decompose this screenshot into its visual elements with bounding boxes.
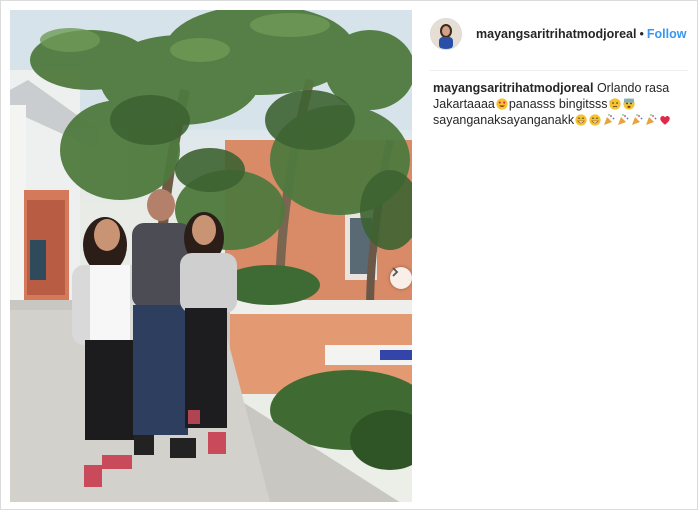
party-popper-emoji-icon (632, 114, 643, 125)
party-popper-emoji-icon (646, 114, 657, 125)
photo-scene (10, 10, 412, 502)
grin-emoji-icon (575, 114, 587, 126)
red-heart-emoji-icon (660, 116, 670, 125)
party-popper-emoji-icon (604, 114, 615, 125)
next-photo-button[interactable] (390, 267, 412, 289)
username-link[interactable]: mayangsaritrihatmodjoreal (476, 27, 636, 41)
avatar-image (431, 19, 461, 49)
caption-text-2: Jakartaaaa (433, 97, 495, 111)
separator-dot: • (639, 27, 644, 41)
scared-face-emoji-icon (622, 98, 635, 110)
grin-emoji-icon (589, 114, 601, 126)
follow-button[interactable]: Follow (647, 27, 687, 41)
caption-text-1: Orlando rasa (596, 81, 670, 95)
heart-eyes-emoji-icon (496, 98, 508, 110)
user-line: mayangsaritrihatmodjoreal • Follow (476, 27, 686, 41)
header-divider (430, 70, 688, 71)
sweat-face-emoji-icon (608, 98, 621, 110)
caption: mayangsaritrihatmodjoreal Orlando rasa J… (433, 80, 691, 128)
post-header: mayangsaritrihatmodjoreal • Follow (430, 14, 688, 54)
chevron-right-icon (392, 267, 399, 277)
caption-text-4: sayanganaksayanganakk (433, 113, 575, 127)
post-photo[interactable] (10, 10, 412, 502)
party-popper-emoji-icon (618, 114, 629, 125)
caption-text-3: panasss bingitsss (508, 97, 608, 111)
avatar[interactable] (430, 18, 462, 50)
caption-username-link[interactable]: mayangsaritrihatmodjoreal (433, 81, 593, 95)
